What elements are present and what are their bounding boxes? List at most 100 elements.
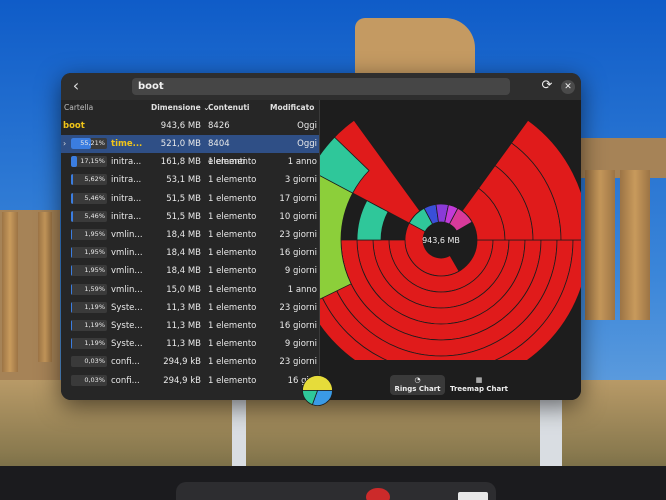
list-item[interactable]: 1,19% Syste... 11,3 MB 1 elemento 9 giorni (61, 335, 319, 353)
percent-bar: 0,03% (71, 374, 107, 386)
root-name: boot (63, 121, 85, 131)
monitor-bezel (0, 466, 666, 500)
percent-bar-fill (71, 247, 72, 259)
list-item[interactable]: 5,46% initra... 51,5 MB 1 elemento 10 giorni (61, 208, 319, 226)
percent-bar-fill (71, 229, 72, 240)
list-item[interactable]: 1,19% Syste... 11,3 MB 1 elemento 23 giorni (61, 299, 319, 317)
file-modified: 17 giorni (279, 193, 317, 204)
temple-ruin-top (355, 18, 475, 78)
percent-bar: 1,95% (71, 247, 107, 259)
taskbar-app-icon[interactable] (458, 492, 488, 500)
mini-pie-segment[interactable] (302, 375, 333, 391)
chevron-right-icon[interactable]: › (63, 135, 71, 153)
column-header-folder[interactable]: Cartella (64, 100, 93, 116)
mini-pie-thumbnail[interactable] (301, 374, 334, 407)
file-name-cell: 5,62% initra... (63, 171, 149, 189)
file-name: vmlin... (111, 284, 143, 295)
header-bar: ‹ boot ⟳ ✕ (61, 73, 581, 100)
file-name: Syste... (111, 321, 143, 331)
file-modified: Oggi (297, 139, 317, 149)
file-size: 11,3 MB (166, 321, 201, 331)
percent-bar-fill (71, 283, 72, 295)
column-left-1 (2, 212, 18, 372)
folder-list: Cartella Dimensione ⌄ Contenuti Modifica… (61, 100, 319, 400)
railing-post (232, 396, 246, 468)
percent-bar-fill (71, 210, 73, 222)
file-modified: 23 giorni (279, 302, 317, 313)
tab-treemap-chart[interactable]: ▦ Treemap Chart (448, 375, 510, 395)
file-name-cell: 1,59% vmlin... (63, 281, 149, 299)
file-size: 11,3 MB (166, 339, 201, 350)
file-name: vmlin... (111, 266, 143, 277)
file-contents: 1 elemento (208, 375, 257, 386)
list-item[interactable]: 5,62% initra... 53,1 MB 1 elemento 3 giorni (61, 171, 319, 189)
root-row[interactable]: boot 943,6 MB 8426 elementi Oggi (61, 117, 319, 149)
taskbar (176, 482, 496, 500)
file-name-cell: 1,19% Syste... (63, 317, 149, 335)
file-contents: 1 elemento (208, 284, 257, 295)
list-item[interactable]: › 55,21% time... 521,0 MB 8404 elementi Oggi (61, 135, 319, 167)
path-field[interactable]: boot (132, 78, 510, 95)
pie-icon: ◔ (414, 376, 421, 384)
file-modified: 16 giorni (279, 248, 317, 259)
list-item[interactable]: 5,46% initra... 51,5 MB 1 elemento 17 giorni (61, 190, 319, 208)
list-item[interactable]: 1,59% vmlin... 15,0 MB 1 elemento 1 anno (61, 281, 319, 299)
list-item[interactable]: 0,03% confi... 294,9 kB 1 elemento 16 gi... (61, 372, 319, 390)
file-name: vmlin... (111, 248, 143, 259)
file-name-cell: 1,95% vmlin... (63, 262, 149, 280)
column-header-contents[interactable]: Contenuti (208, 100, 250, 116)
list-item[interactable]: 1,95% vmlin... 18,4 MB 1 elemento 9 giorni (61, 262, 319, 280)
rings-chart-pane: 943,6 MB ◔ Rings Chart ▦ Treemap Chart (292, 100, 581, 400)
root-modified: Oggi (297, 121, 317, 131)
percent-bar: 1,95% (71, 265, 107, 277)
file-modified: 23 giorni (279, 357, 317, 368)
taskbar-app-icon[interactable] (366, 488, 390, 500)
file-modified: 9 giorni (284, 266, 317, 277)
file-size: 521,0 MB (160, 139, 201, 149)
column-header-size[interactable]: Dimensione ⌄ (151, 100, 210, 116)
file-name-cell: 17,15% initra... (63, 153, 149, 171)
column-right-1 (585, 170, 615, 320)
file-name: confi... (111, 357, 140, 368)
file-name-cell: 1,95% vmlin... (63, 226, 149, 244)
list-item[interactable]: 0,03% confi... 294,9 kB 1 elemento 23 giorni (61, 353, 319, 371)
reload-icon[interactable]: ⟳ (539, 78, 555, 94)
list-item[interactable]: 1,19% Syste... 11,3 MB 1 elemento 16 giorni (61, 317, 319, 335)
percent-bar: 0,03% (71, 356, 107, 368)
file-name-cell: 5,46% initra... (63, 208, 149, 226)
list-item[interactable]: 1,95% vmlin... 18,4 MB 1 elemento 23 giorni (61, 226, 319, 244)
column-header-modified[interactable]: Modificato (270, 100, 314, 116)
list-item[interactable]: 17,15% initra... 161,8 MB 1 elemento 1 anno (61, 153, 319, 171)
file-name-cell: 0,03% confi... (63, 372, 149, 390)
file-modified: 23 giorni (279, 230, 317, 240)
file-size: 18,4 MB (166, 266, 201, 277)
file-name: confi... (111, 375, 140, 386)
percent-bar: 17,15% (71, 156, 107, 168)
percent-bar: 5,46% (71, 210, 107, 222)
percent-bar-fill (71, 265, 72, 277)
file-name: Syste... (111, 302, 143, 313)
file-name-cell: 1,19% Syste... (63, 299, 149, 317)
rings-chart[interactable]: 943,6 MB (292, 100, 581, 389)
close-icon[interactable]: ✕ (561, 80, 575, 94)
percent-bar: 5,62% (71, 174, 107, 186)
file-name: time... (111, 139, 143, 149)
file-modified: 16 giorni (279, 321, 317, 331)
file-size: 51,5 MB (166, 211, 201, 222)
file-contents: 1 elemento (208, 248, 257, 259)
percent-bar-fill (71, 156, 78, 168)
column-left-2 (38, 212, 52, 362)
column-right-2 (620, 170, 650, 320)
back-icon[interactable]: ‹ (67, 77, 85, 95)
percent-bar: 55,21% (71, 138, 107, 149)
file-size: 11,3 MB (166, 302, 201, 313)
file-name-cell: 5,46% initra... (63, 190, 149, 208)
file-size: 161,8 MB (160, 157, 201, 168)
tab-rings-chart[interactable]: ◔ Rings Chart (390, 375, 445, 395)
file-modified: 1 anno (287, 157, 317, 168)
percent-bar-fill (71, 192, 73, 204)
file-contents: 1 elemento (208, 193, 257, 204)
percent-bar: 1,19% (71, 320, 107, 331)
list-item[interactable]: 1,95% vmlin... 18,4 MB 1 elemento 16 giorni (61, 244, 319, 262)
railing-post (540, 400, 562, 470)
